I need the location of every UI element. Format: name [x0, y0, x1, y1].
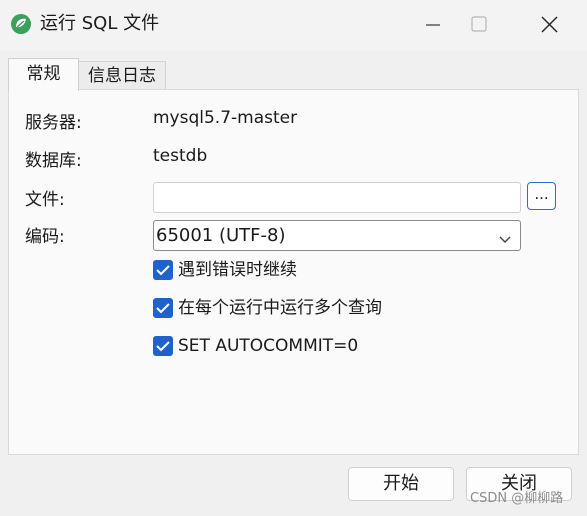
- continue-on-error-label: 遇到错误时继续: [178, 260, 297, 280]
- database-label: 数据库:: [25, 151, 82, 171]
- general-panel: 服务器: mysql5.7-master 数据库: testdb 文件: ...…: [8, 89, 579, 455]
- encoding-select[interactable]: 65001 (UTF-8): [153, 220, 521, 251]
- autocommit-checkbox[interactable]: [153, 336, 173, 356]
- database-value: testdb: [153, 146, 208, 166]
- file-label: 文件:: [25, 190, 65, 210]
- autocommit-label: SET AUTOCOMMIT=0: [178, 336, 359, 356]
- watermark: CSDN @柳柳路: [470, 491, 564, 506]
- browse-file-button[interactable]: ...: [527, 182, 556, 210]
- file-path-input[interactable]: [153, 182, 521, 213]
- tab-bar: 常规 信息日志: [8, 58, 579, 91]
- run-sql-file-dialog: 运行 SQL 文件 常规 信息日志 服务器: mysql5.7-master 数…: [0, 0, 587, 516]
- close-window-button[interactable]: [520, 0, 578, 50]
- start-button[interactable]: 开始: [348, 467, 454, 501]
- maximize-button[interactable]: [450, 0, 508, 50]
- continue-on-error-checkbox[interactable]: [153, 260, 173, 280]
- encoding-label: 编码:: [25, 227, 65, 247]
- multiple-queries-checkbox[interactable]: [153, 298, 173, 318]
- navicat-leaf-icon: [10, 13, 32, 35]
- tab-general[interactable]: 常规: [8, 58, 79, 91]
- multiple-queries-label: 在每个运行中运行多个查询: [178, 298, 382, 318]
- encoding-selected-value: 65001 (UTF-8): [156, 225, 286, 246]
- title-bar[interactable]: 运行 SQL 文件: [0, 0, 587, 50]
- window-title: 运行 SQL 文件: [40, 13, 160, 34]
- chevron-down-icon: [498, 230, 512, 249]
- server-label: 服务器:: [25, 113, 82, 133]
- tab-info-log[interactable]: 信息日志: [78, 61, 166, 89]
- server-value: mysql5.7-master: [153, 108, 298, 128]
